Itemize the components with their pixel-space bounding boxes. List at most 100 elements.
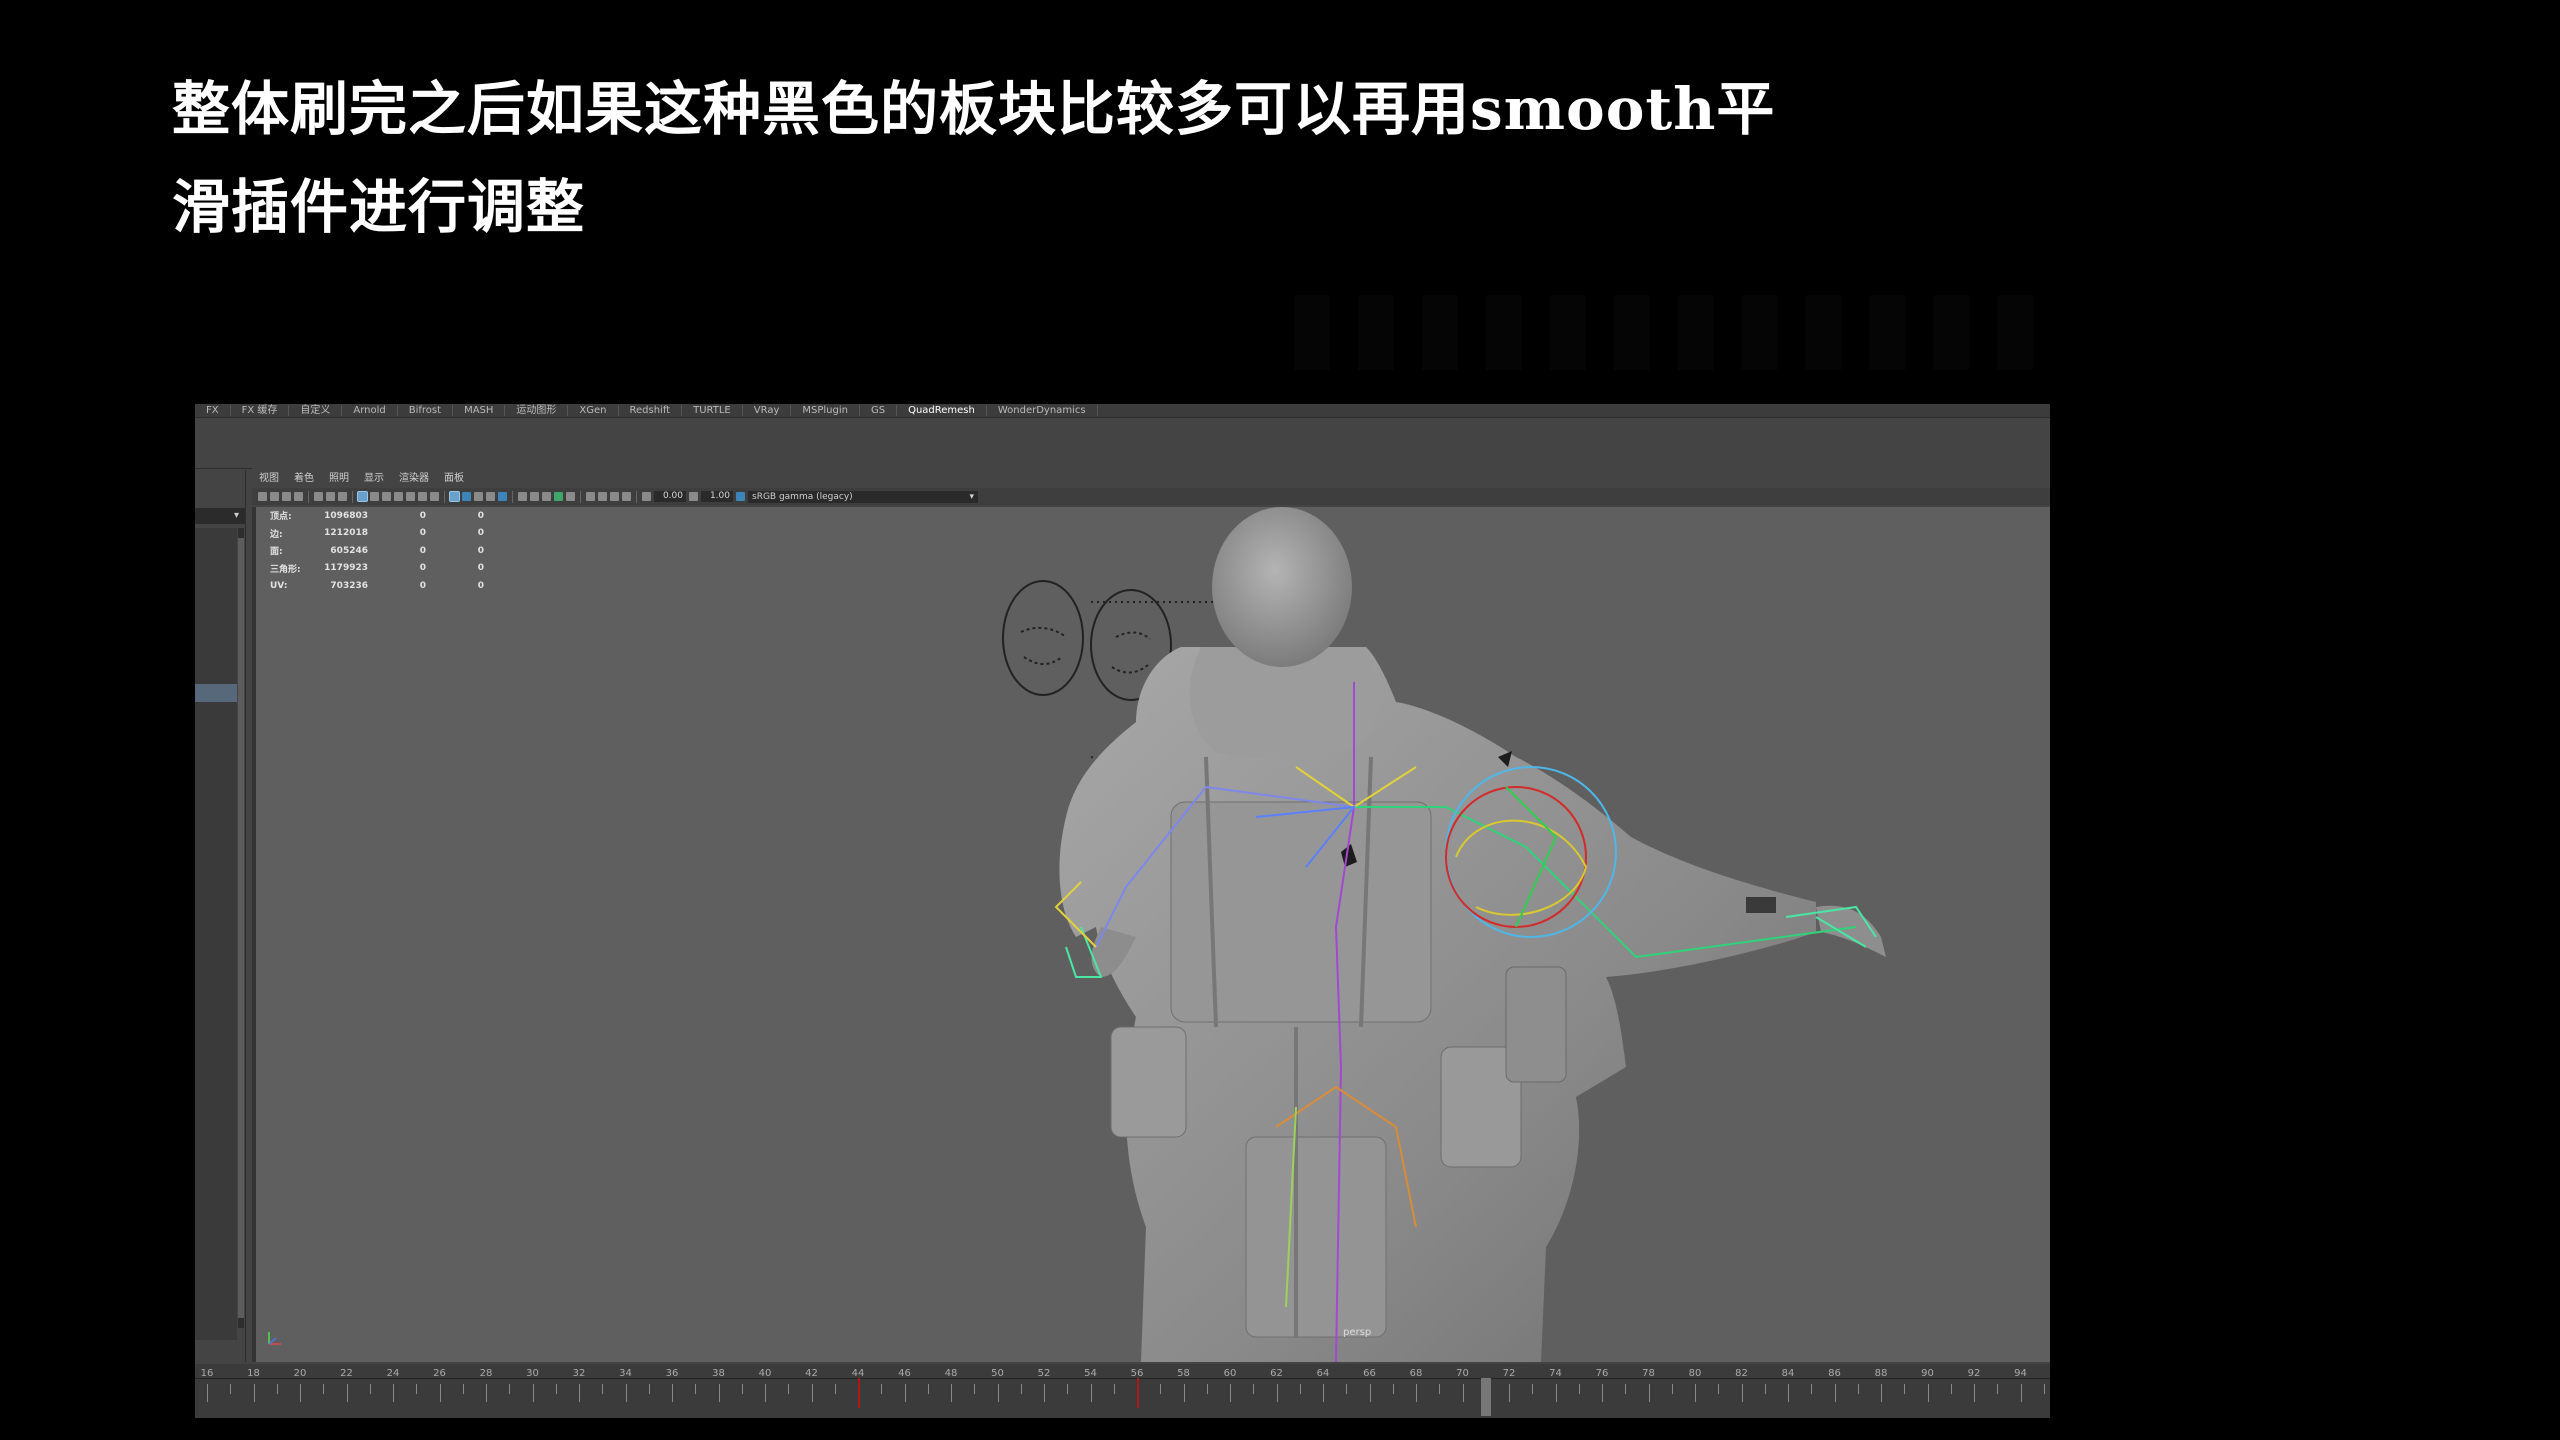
- viewport-menu-bar: 视图 着色 照明 显示 渲染器 面板: [252, 472, 472, 486]
- shelf-tab[interactable]: 自定义: [289, 405, 343, 416]
- shelf-tab[interactable]: WonderDynamics: [987, 405, 1098, 416]
- hud-value: 605246: [330, 545, 368, 556]
- textured-icon[interactable]: [394, 492, 403, 501]
- timeline-tick: [602, 1384, 604, 1394]
- shelf-tab[interactable]: GS: [860, 405, 898, 416]
- timeline-tick: [1695, 1384, 1696, 1402]
- timeline-tick: [323, 1384, 325, 1394]
- shelf-tab[interactable]: TURTLE: [682, 405, 743, 416]
- time-slider[interactable]: 16 18 20 22 24 26 28 30 32 34 36 38 40 42 44 46 48 50 52 54…: [195, 1364, 2050, 1418]
- grid-icon[interactable]: [314, 492, 323, 501]
- hud-c2: 0: [477, 563, 484, 574]
- shelf-tab[interactable]: 运动图形: [505, 405, 569, 416]
- shelf-tab[interactable]: Bifrost: [398, 405, 454, 416]
- timeline-tick: [1113, 1384, 1115, 1394]
- backface-culling-icon[interactable]: [474, 492, 483, 501]
- timeline-tick: [1346, 1384, 1348, 1394]
- frame-selection-icon[interactable]: [622, 492, 631, 501]
- hud-icon[interactable]: [586, 492, 595, 501]
- viewport-menu-item[interactable]: 视图: [252, 472, 287, 486]
- timeline-tick: [718, 1384, 720, 1402]
- gamma-icon[interactable]: [689, 492, 698, 501]
- outliner-list[interactable]: [195, 528, 237, 1340]
- timeline-tick: [904, 1384, 906, 1402]
- timeline-tick: [1067, 1384, 1069, 1394]
- shelf-tab[interactable]: MASH: [453, 405, 506, 416]
- timeline-tick: [207, 1384, 208, 1402]
- motion-blur-icon[interactable]: [542, 492, 551, 501]
- timeline-tick: [1183, 1384, 1185, 1402]
- viewport-menu-item[interactable]: 面板: [437, 472, 472, 486]
- exposure-icon[interactable]: [642, 492, 651, 501]
- keyframe-marker[interactable]: [1137, 1378, 1139, 1408]
- outliner-selected-item[interactable]: [195, 684, 237, 702]
- keyframe-marker[interactable]: [858, 1378, 860, 1408]
- hud-label: 顶点:: [270, 512, 292, 523]
- timeline-tick: [230, 1384, 232, 1394]
- shadows-icon[interactable]: [418, 492, 427, 501]
- smooth-shade-icon[interactable]: [370, 492, 379, 501]
- frame-all-icon[interactable]: [610, 492, 619, 501]
- color-management-icon[interactable]: [736, 492, 745, 501]
- color-space-select[interactable]: sRGB gamma (legacy) ▾: [748, 490, 978, 503]
- timeline-frame-label: 84: [1781, 1368, 1795, 1379]
- viewport-menu-item[interactable]: 渲染器: [392, 472, 437, 486]
- hud-row: 三角形: 1179923 0 0: [270, 560, 484, 578]
- timeline-tick: [951, 1384, 952, 1402]
- timeline-frame-label: 82: [1735, 1368, 1748, 1379]
- outliner-scrollbar[interactable]: [238, 528, 244, 1328]
- light-icon[interactable]: [498, 492, 507, 501]
- sphere-icon[interactable]: [518, 492, 527, 501]
- xray-joints-icon[interactable]: [462, 492, 471, 501]
- select-camera-icon[interactable]: [258, 492, 267, 501]
- wireframe-on-shaded-icon[interactable]: [382, 492, 391, 501]
- image-plane-icon[interactable]: [294, 492, 303, 501]
- shelf-tab[interactable]: MSPlugin: [791, 405, 860, 416]
- chevron-down-icon: ▾: [233, 510, 239, 521]
- use-all-lights-icon[interactable]: [406, 492, 415, 501]
- hud-label: UV:: [270, 580, 288, 591]
- viewport-menu-item[interactable]: 照明: [322, 472, 357, 486]
- xray-icon[interactable]: [449, 491, 460, 502]
- current-time-indicator[interactable]: [1480, 1378, 1491, 1416]
- exposure-field[interactable]: 0.00: [654, 491, 686, 502]
- timeline-frame-label: 46: [898, 1368, 911, 1379]
- timeline-frame-label: 92: [1967, 1368, 1981, 1379]
- outliner-dropdown[interactable]: ▾: [195, 508, 245, 524]
- timeline-frame-label: 86: [1828, 1368, 1841, 1379]
- 3d-viewport[interactable]: 顶点: 1096803 0 0 边: 1212018 0 0 面: 605246 0 0 三角形: 117…: [252, 507, 2050, 1362]
- hud-c1: 0: [419, 528, 426, 539]
- hud-value: 703236: [330, 580, 368, 591]
- shelf-tab[interactable]: Redshift: [619, 405, 683, 416]
- timeline-tick: [462, 1384, 464, 1394]
- timeline-tick: [579, 1384, 580, 1402]
- timeline-tick: [1625, 1384, 1627, 1394]
- viewport-menu-item[interactable]: 着色: [287, 472, 322, 486]
- panel-layout-icon[interactable]: [598, 492, 607, 501]
- scrollbar-thumb[interactable]: [238, 538, 244, 1318]
- timeline-tick: [1253, 1384, 1255, 1394]
- depth-of-field-icon[interactable]: [566, 492, 575, 501]
- shelf-tab[interactable]: Arnold: [342, 405, 398, 416]
- viewport-menu-item[interactable]: 显示: [357, 472, 392, 486]
- shelf-tab[interactable]: XGen: [568, 405, 619, 416]
- shelf-tab[interactable]: QuadRemesh: [897, 405, 987, 416]
- axis-gizmo-icon: [268, 1332, 281, 1345]
- isolate-select-icon[interactable]: [486, 492, 495, 501]
- gamma-field[interactable]: 1.00: [701, 491, 733, 502]
- resolution-gate-icon[interactable]: [338, 492, 347, 501]
- timeline-frame-label: 60: [1223, 1368, 1237, 1379]
- anti-aliasing-icon[interactable]: [554, 492, 563, 501]
- shelf-tab[interactable]: FX 缓存: [231, 405, 290, 416]
- film-gate-icon[interactable]: [326, 492, 335, 501]
- viewport-panel: 视图 着色 照明 显示 渲染器 面板 0.00 1.00 sRGB gamma …: [252, 466, 2050, 1362]
- wireframe-icon[interactable]: [357, 491, 368, 502]
- bookmark-icon[interactable]: [282, 492, 291, 501]
- timeline-tick: [1974, 1384, 1975, 1402]
- paint-icon[interactable]: [530, 492, 539, 501]
- screen-space-ao-icon[interactable]: [430, 492, 439, 501]
- camera-attributes-icon[interactable]: [270, 492, 279, 501]
- character-model[interactable]: [256, 507, 2050, 1362]
- shelf-tab[interactable]: VRay: [743, 405, 792, 416]
- shelf-tab[interactable]: FX: [195, 405, 231, 416]
